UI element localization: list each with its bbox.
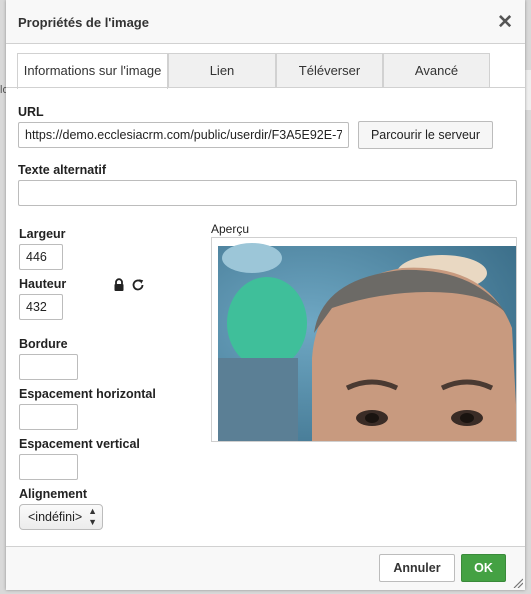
browse-server-button[interactable]: Parcourir le serveur — [358, 121, 493, 149]
vspace-input[interactable] — [19, 454, 78, 480]
alignment-label: Alignement — [19, 487, 88, 501]
border-input[interactable] — [19, 354, 78, 380]
lock-icon[interactable] — [112, 278, 126, 292]
reset-size-icon[interactable] — [131, 278, 145, 292]
image-properties-dialog: Propriétés de l'image ✕ Informations sur… — [6, 0, 525, 590]
preview-box — [211, 237, 517, 442]
dialog-titlebar[interactable]: Propriétés de l'image ✕ — [6, 0, 525, 44]
tab-advanced[interactable]: Avancé — [383, 53, 490, 88]
preview-label: Aperçu — [211, 222, 250, 236]
dialog-title: Propriétés de l'image — [18, 15, 149, 30]
background-page-edge — [525, 70, 531, 110]
tab-divider — [6, 87, 525, 88]
url-input[interactable] — [18, 122, 349, 148]
cancel-button[interactable]: Annuler — [379, 554, 455, 582]
tab-link[interactable]: Lien — [168, 53, 276, 88]
border-label: Bordure — [19, 337, 68, 351]
alt-text-label: Texte alternatif — [18, 163, 106, 177]
hspace-input[interactable] — [19, 404, 78, 430]
tab-image-info[interactable]: Informations sur l'image — [17, 53, 168, 89]
vspace-label: Espacement vertical — [19, 437, 140, 451]
ok-button[interactable]: OK — [461, 554, 506, 582]
dialog-footer: Annuler OK — [6, 546, 525, 590]
alignment-select[interactable]: <indéfini> ▲ ▼ — [19, 504, 103, 530]
url-label: URL — [18, 105, 44, 119]
width-label: Largeur — [19, 227, 66, 241]
height-label: Hauteur — [19, 277, 67, 291]
alignment-selected-value: <indéfini> — [28, 510, 83, 524]
tab-upload[interactable]: Téléverser — [276, 53, 383, 88]
height-input[interactable] — [19, 294, 63, 320]
hspace-label: Espacement horizontal — [19, 387, 156, 401]
alt-text-input[interactable] — [18, 180, 517, 206]
close-icon[interactable]: ✕ — [497, 11, 513, 34]
resize-handle-icon[interactable] — [513, 578, 523, 588]
select-arrows-icon: ▲ ▼ — [88, 506, 97, 527]
width-input[interactable] — [19, 244, 63, 270]
preview-image — [218, 243, 516, 441]
